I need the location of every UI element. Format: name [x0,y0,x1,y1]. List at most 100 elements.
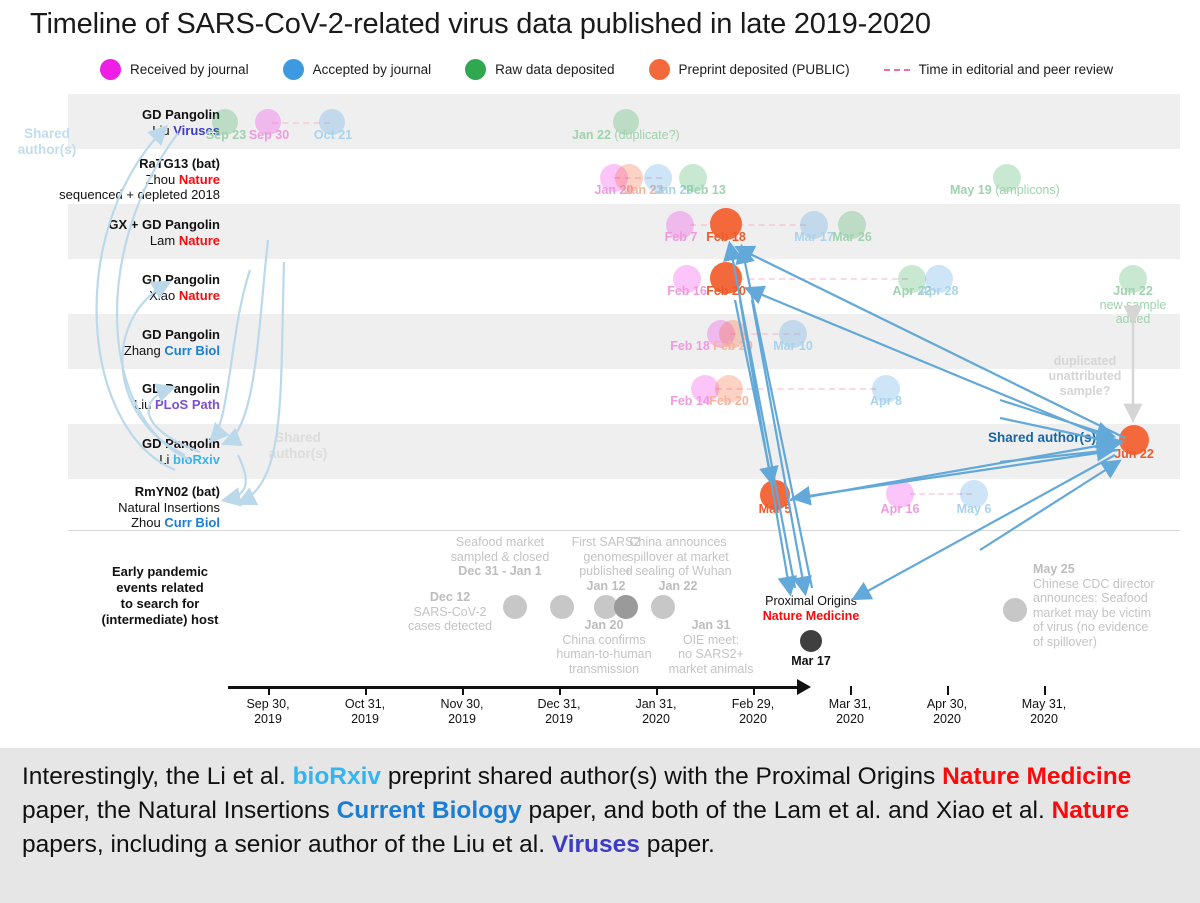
review-dash-xiao [738,278,908,280]
dot-label-mar5: Mar 5 [758,502,792,516]
preprint-dot-icon [648,59,670,80]
dup-line3: sample? [1059,384,1111,398]
accepted-dot-icon [282,59,304,80]
dot-label-feb20: Feb 20 [706,284,746,298]
event-date-dec31: Dec 31 - Jan 1 [458,564,542,578]
row-label-line1: GX + GD Pangolin [108,217,220,232]
axis-tick-8 [1044,686,1046,695]
event-dot-jan20[interactable] [614,595,638,619]
row-label-line1: GD Pangolin [142,327,220,342]
event-dot-jan22-event[interactable] [651,595,675,619]
section-line1: Early pandemic [111,564,209,579]
row-label-author: Zhang [123,342,161,358]
event-desc3-may25: market may be victim [1033,605,1152,620]
dot-label-mar10: Mar 10 [773,339,813,353]
row-label-journal: Nature [178,232,220,248]
dot-label-jan22-duplicate: Jan 22 (duplicate?) [572,128,680,142]
legend: Received by journal Accepted by journal … [100,59,1147,80]
shared-authors-mid-label: Shared author(s) [250,430,346,462]
axis-label-1: Oct 31, 2019 [344,697,386,726]
row-label-lam-nature: GX + GD Pangolin Lam Nature [108,217,220,248]
row-label-line1: GD Pangolin [142,107,220,122]
caption-p5: papers, including a senior author of the… [22,831,552,858]
review-dash-lam-b [738,224,806,226]
dot-label-feb20-zhang: Feb 20 [713,339,753,353]
proximal-origins-date: Mar 17 [791,654,831,668]
event-desc1-dec12: SARS-CoV-2 [413,604,487,619]
proximal-origins-dot[interactable] [800,630,822,652]
event-desc4-may25: of virus (no evidence [1033,620,1149,634]
caption-text: Interestingly, the Li et al. bioRxiv pre… [22,760,1172,862]
axis-label-6: Mar 31, 2020 [828,697,872,726]
shared-mid-line1: Shared [275,430,321,445]
row-band-5 [68,314,1180,369]
row-label-line1: RmYN02 (bat) [134,484,220,499]
event-text-may25: May 25 Chinese CDC director announces: S… [1033,562,1193,649]
jun22-note-line2: added [1115,312,1151,326]
row-label-rmyn02: RmYN02 (bat) Natural Insertions Zhou Cur… [118,484,220,531]
event-date-may25: May 25 [1033,562,1075,576]
axis-tick-1 [365,686,367,695]
row-label-xiao-nature: GD Pangolin Xiao Nature [142,272,220,303]
caption-p1: Interestingly, the Li et al. [22,763,293,790]
event-dot-may25[interactable] [1003,598,1027,622]
timeline-plot: GD Pangolin Liu Viruses Sep 23 Sep 30 Oc… [0,94,1200,694]
axis-tick-2 [462,686,464,695]
event-text-dec31-jan1: Seafood market sampled & closed Dec 31 -… [440,535,560,579]
event-text-jan20: Jan 20 China confirms human-to-human tra… [548,618,660,676]
caption-nature-medicine: Nature Medicine [942,763,1132,790]
legend-item-review: Time in editorial and peer review [883,62,1113,77]
dot-label-apr28: Apr 28 [919,284,959,298]
proximal-line2: Nature Medicine [762,609,860,623]
event-text-dec12: Dec 12 SARS-CoV-2 cases detected [395,590,505,634]
event-text-jan22-event: China announces spillover at market + se… [608,535,748,593]
dot-label-mar26: Mar 26 [832,230,872,244]
shared-authors-right-label: Shared author(s) [988,430,1097,445]
event-desc3-jan31: market animals [668,661,754,676]
row-label-author: Zhou [131,515,161,530]
event-date-jan22: Jan 22 [658,578,698,593]
shared-mid-line2: author(s) [268,446,328,461]
row-label-journal: Curr Biol [164,515,220,530]
event-desc3-jan20: transmission [568,661,640,676]
axis-tick-4 [656,686,658,695]
row-label-author: Xiao [149,287,176,303]
row-label-zhang-currbiol: GD Pangolin Zhang Curr Biol [124,327,220,358]
row-label-author: Liu [152,122,170,138]
legend-label-raw: Raw data deposited [495,62,615,77]
event-date-dec12: Dec 12 [429,590,471,604]
dot-label-jun22-biorxiv: Jun 22 [1114,447,1154,461]
section-line2: events related [116,580,204,595]
axis-line [228,686,798,689]
row-label-line1: GD Pangolin [142,436,220,451]
row-label-journal: Curr Biol [164,342,220,358]
row-label-journal: Nature [178,287,220,303]
event-text-jan31: Jan 31 OIE meet: no SARS2+ market animal… [655,618,767,676]
legend-item-accepted: Accepted by journal [282,59,432,80]
axis-tick-0 [268,686,270,695]
event-dot-dec31-jan1[interactable] [550,595,574,619]
axis-tick-5 [753,686,755,695]
jun22-note-line1: new sample [1099,298,1167,312]
section-line4: (intermediate) host [101,612,219,627]
event-dot-dec12[interactable] [503,595,527,619]
event-desc1-may25: Chinese CDC director [1033,576,1155,591]
page-title: Timeline of SARS-CoV-2-related virus dat… [30,8,931,40]
row-label-ratg13: RaTG13 (bat) Zhou Nature sequenced + dep… [59,156,220,203]
row-label-line3: sequenced + depleted 2018 [59,187,220,202]
axis-label-5: Feb 29, 2020 [731,697,775,726]
legend-label-received: Received by journal [130,62,249,77]
dot-label-jun22-newsample: Jun 22 new sample added [1099,284,1167,326]
raw-data-dot-icon [465,59,487,80]
legend-label-accepted: Accepted by journal [312,62,432,77]
row-label-author: Li [159,451,170,467]
dot-label-apr16: Apr 16 [880,502,920,516]
legend-item-preprint: Preprint deposited (PUBLIC) [648,59,850,80]
event-desc2-may25: announces: Seafood [1033,591,1148,605]
legend-item-received: Received by journal [100,59,249,80]
caption-box: Interestingly, the Li et al. bioRxiv pre… [0,748,1200,903]
event-desc1-jan20: China confirms [562,632,646,647]
row-label-author: Zhou [145,171,176,187]
event-desc1-jan22: China announces [629,535,727,549]
axis-label-3: Dec 31, 2019 [537,697,581,726]
